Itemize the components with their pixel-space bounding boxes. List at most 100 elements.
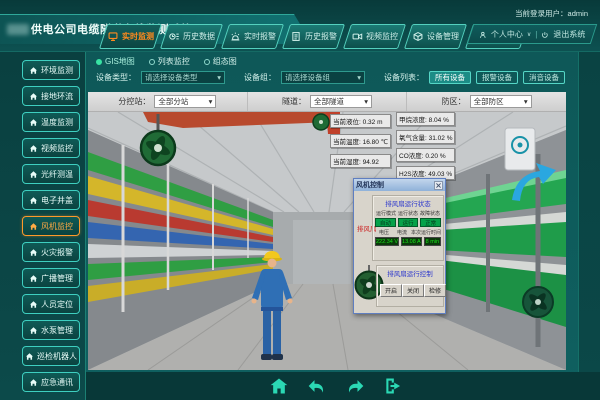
device-type-label: 设备类型： [96, 72, 136, 83]
device-group-select[interactable]: 请选择设备组▾ [281, 71, 365, 84]
view-mode-gis[interactable]: GIS地图 [96, 56, 135, 67]
tunnel-3d-scene[interactable] [88, 112, 566, 370]
tab-realtime-alarm[interactable]: 实时报警 [221, 24, 284, 49]
sidebar-item-broadcast-mgmt[interactable]: 广播管理 [22, 268, 80, 288]
dialog-titlebar[interactable]: 风机控制 [354, 179, 445, 191]
tunnel-select[interactable]: 全部隧道 ▾ [310, 95, 372, 108]
undo-button[interactable] [306, 375, 328, 397]
runtime-value: 8 min [424, 237, 441, 246]
header: 供电公司电缆隧道在线监测系统 实时监测 历史数据 实时报警 历史报警 视频监控 … [0, 0, 600, 52]
sidebar-item-personnel-location[interactable]: 人员定位 [22, 294, 80, 314]
sensor-value: 8.04 % [429, 117, 449, 124]
maintenance-button[interactable]: 检修 [424, 284, 446, 297]
tab-label: 视频监控 [366, 31, 398, 42]
view-mode-list[interactable]: 列表监控 [149, 56, 190, 67]
sensor-value: 0.20 % [425, 153, 445, 160]
stop-button[interactable]: 关闭 [402, 284, 424, 297]
house-icon [29, 326, 38, 335]
sensor-value: 16.80 ℃ [363, 139, 388, 146]
fault-state-value: 正常 [420, 218, 441, 227]
history-icon [168, 31, 180, 42]
sidebar-item-inspection-robot[interactable]: 巡检机器人 [22, 346, 80, 366]
run-state-label: 运行状态 [397, 210, 419, 217]
house-icon [29, 196, 38, 205]
caret-down-icon: ▾ [364, 97, 368, 106]
sidebar-item-pump-mgmt[interactable]: 水泵管理 [22, 320, 80, 340]
app-window: 供电公司电缆隧道在线监测系统 实时监测 历史数据 实时报警 历史报警 视频监控 … [0, 0, 600, 400]
redo-button[interactable] [344, 375, 366, 397]
methane-readout: 甲烷浓度: 8.04 % [396, 112, 455, 126]
select-value: 全部分站 [158, 96, 188, 107]
select-value: 请选择设备组 [285, 72, 330, 83]
radio-dot [96, 59, 102, 65]
tab-history-data[interactable]: 历史数据 [160, 24, 223, 49]
start-button[interactable]: 开启 [380, 284, 402, 297]
sidebar-item-video-monitor[interactable]: 视频监控 [22, 138, 80, 158]
station-select[interactable]: 全部分站 ▾ [154, 95, 216, 108]
tab-video-monitor[interactable]: 视频监控 [343, 24, 406, 49]
close-button[interactable] [434, 181, 443, 190]
run-mode-value: 自动 [375, 218, 396, 227]
personal-center-link[interactable]: 个人中心 [491, 29, 523, 40]
chevron-down-icon: ∨ [527, 31, 531, 38]
status-group-title: 排风扇运行状态 [373, 198, 443, 208]
tab-realtime-monitor[interactable]: 实时监测 [99, 24, 162, 49]
house-icon [29, 378, 38, 387]
home-icon [269, 376, 289, 396]
house-icon [29, 222, 38, 231]
exhaust-fan-2[interactable] [313, 114, 329, 130]
sidebar-item-ground-current[interactable]: 接地环流 [22, 86, 80, 106]
select-value: 全部隧道 [314, 96, 344, 107]
logout-link[interactable]: 退出系统 [553, 29, 585, 40]
co-readout: CO浓度: 0.20 % [396, 148, 455, 162]
sensor-value: 94.92 [363, 159, 379, 166]
device-type-select[interactable]: 请选择设备类型▾ [141, 71, 225, 84]
device-filter-row: 设备类型： 请选择设备类型▾ 设备组： 请选择设备组▾ 设备列表： 所有设备 报… [96, 71, 565, 84]
sidebar-item-emergency-comm[interactable]: 应急通讯 [22, 372, 80, 392]
device-list-label: 设备列表： [384, 72, 424, 83]
fan-control-group: 排风扇运行控制 开启 关闭 检修 [376, 265, 444, 307]
voltage-value: 222.34 V [375, 237, 399, 246]
wall-fan-unit[interactable] [523, 287, 553, 317]
sidebar-item-fiber-temp[interactable]: 光纤测温 [22, 164, 80, 184]
all-devices-button[interactable]: 所有设备 [429, 71, 471, 84]
home-button[interactable] [268, 375, 290, 397]
dialog-title: 风机控制 [356, 180, 384, 190]
sensor-label: H2S浓度: [399, 171, 426, 178]
zone-select[interactable]: 全部防区▾ [470, 95, 532, 108]
current-user-label: 当前登录用户：admin [515, 8, 588, 19]
sidebar-item-label: 风机监控 [41, 221, 73, 232]
station-filter: 分控站： 全部分站▾ [88, 92, 248, 111]
house-icon [29, 274, 38, 283]
run-mode-label: 运行模式 [375, 210, 397, 217]
sensor-label: 甲烷浓度: [399, 117, 427, 124]
sensor-label: 当前液位: [333, 119, 361, 126]
user-icon [479, 30, 487, 38]
view-mode-scada[interactable]: 组态图 [204, 56, 237, 67]
main-area: GIS地图 列表监控 组态图 设备类型： 请选择设备类型▾ 设备组： 请选择设备… [86, 52, 600, 400]
sidebar-item-fan-monitor[interactable]: 风机监控 [22, 216, 80, 236]
fan-sign-panel [505, 128, 535, 170]
tab-history-alarm[interactable]: 历史报警 [282, 24, 345, 49]
sidebar-item-fire-alarm[interactable]: 火灾报警 [22, 242, 80, 262]
exit-button[interactable] [382, 375, 404, 397]
sensor-label: 氧气含量: [399, 135, 427, 142]
camera-icon [351, 31, 363, 42]
user-panel: 当前登录用户：admin 个人中心 ∨ | 退出系统 [440, 2, 600, 48]
power-icon [541, 30, 549, 38]
alarm-devices-button[interactable]: 报警设备 [476, 71, 518, 84]
sidebar-item-env-monitor[interactable]: 环境监测 [22, 60, 80, 80]
sidebar-item-label: 接地环流 [41, 91, 73, 102]
right-edge-panel [578, 52, 600, 400]
document-icon [290, 31, 302, 42]
sidebar-item-temp-monitor[interactable]: 温度监测 [22, 112, 80, 132]
house-icon [29, 300, 38, 309]
sensor-label: 当前温度: [333, 139, 361, 146]
mute-devices-button[interactable]: 消音设备 [523, 71, 565, 84]
metric-values-row: 222.34 V 13.08 A 8 min [373, 237, 443, 246]
temperature-readout: 当前温度: 16.80 ℃ [330, 134, 391, 148]
sidebar-item-label: 环境监测 [41, 65, 73, 76]
liquid-level-readout: 当前液位: 0.32 m [330, 114, 391, 128]
sidebar-item-e-manhole[interactable]: 电子井盖 [22, 190, 80, 210]
caret-down-icon: ▾ [209, 97, 213, 106]
